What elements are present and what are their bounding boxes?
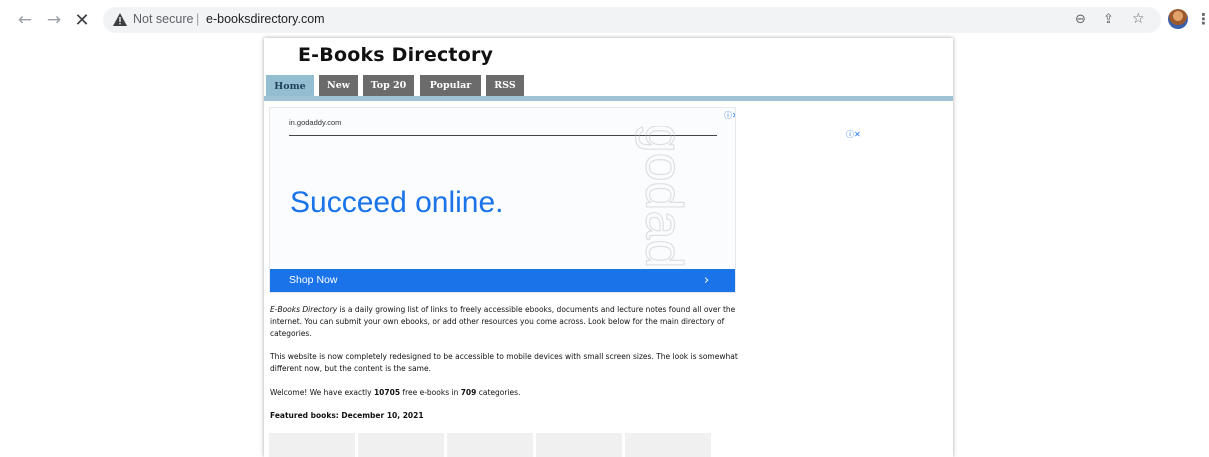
ad-watermark-text: in.godaddy xyxy=(634,126,692,266)
url-text[interactable]: e-booksdirectory.com xyxy=(206,12,325,26)
side-ad-choices-icon[interactable]: ⓘ✕ xyxy=(846,129,861,140)
featured-book-cell[interactable] xyxy=(269,433,355,457)
profile-avatar[interactable] xyxy=(1168,9,1188,29)
security-label[interactable]: Not secure xyxy=(133,12,193,26)
shop-now-label: Shop Now xyxy=(289,274,338,286)
separator: | xyxy=(196,12,200,26)
ad-domain[interactable]: in.godaddy.com xyxy=(289,118,341,127)
featured-book-cell[interactable] xyxy=(625,433,711,457)
tab-popular[interactable]: Popular xyxy=(420,75,481,96)
welcome-prefix: Welcome! We have exactly xyxy=(270,388,374,397)
ad-choices-icon[interactable]: ⓘ✕ xyxy=(724,110,735,121)
ad-watermark-logo: in.godaddy xyxy=(634,126,693,266)
welcome-middle: free e-books in xyxy=(400,388,461,397)
tab-top-20[interactable]: Top 20 xyxy=(363,75,414,96)
star-icon[interactable]: ☆ xyxy=(1132,11,1145,27)
menu-icon[interactable]: ⋮ xyxy=(1196,10,1209,28)
redesign-paragraph: This website is now completely redesigne… xyxy=(270,352,738,373)
advertisement[interactable]: in.godaddy.com ⓘ✕ in.godaddy Succeed onl… xyxy=(269,107,736,293)
browser-toolbar: ← → ✕ Not secure | e-booksdirectory.com … xyxy=(0,0,1209,38)
tab-rss[interactable]: RSS xyxy=(486,75,524,96)
back-arrow-icon[interactable]: ← xyxy=(14,9,36,31)
zoom-icon[interactable]: ⊖ xyxy=(1075,12,1086,27)
intro-text: is a daily growing list of links to free… xyxy=(270,305,736,338)
intro-paragraph: E-Books Directory is a daily growing lis… xyxy=(270,304,744,340)
welcome-suffix: categories. xyxy=(476,388,521,397)
featured-heading: Featured books: December 10, 2021 xyxy=(270,411,424,420)
tab-strip xyxy=(264,96,953,101)
category-count: 709 xyxy=(460,388,477,397)
tab-new[interactable]: New xyxy=(319,75,358,96)
welcome-paragraph: Welcome! We have exactly 10705 free e-bo… xyxy=(270,387,744,399)
address-bar[interactable]: Not secure | e-booksdirectory.com ⊖ ⇪ ☆ xyxy=(103,7,1161,33)
featured-book-cell[interactable] xyxy=(447,433,533,457)
site-title[interactable]: E-Books Directory xyxy=(298,44,493,66)
stop-icon[interactable]: ✕ xyxy=(71,9,93,31)
ad-headline[interactable]: Succeed online. xyxy=(290,186,504,220)
share-icon[interactable]: ⇪ xyxy=(1103,12,1114,27)
featured-book-cell[interactable] xyxy=(358,433,444,457)
tab-home[interactable]: Home xyxy=(266,75,314,98)
chevron-right-icon: › xyxy=(704,273,710,288)
intro-site-name: E-Books Directory xyxy=(270,305,338,314)
warning-icon[interactable] xyxy=(113,13,127,26)
book-count: 10705 xyxy=(373,388,401,397)
shop-now-button[interactable]: Shop Now › xyxy=(270,269,735,292)
forward-arrow-icon[interactable]: → xyxy=(43,9,65,31)
featured-book-cell[interactable] xyxy=(536,433,622,457)
